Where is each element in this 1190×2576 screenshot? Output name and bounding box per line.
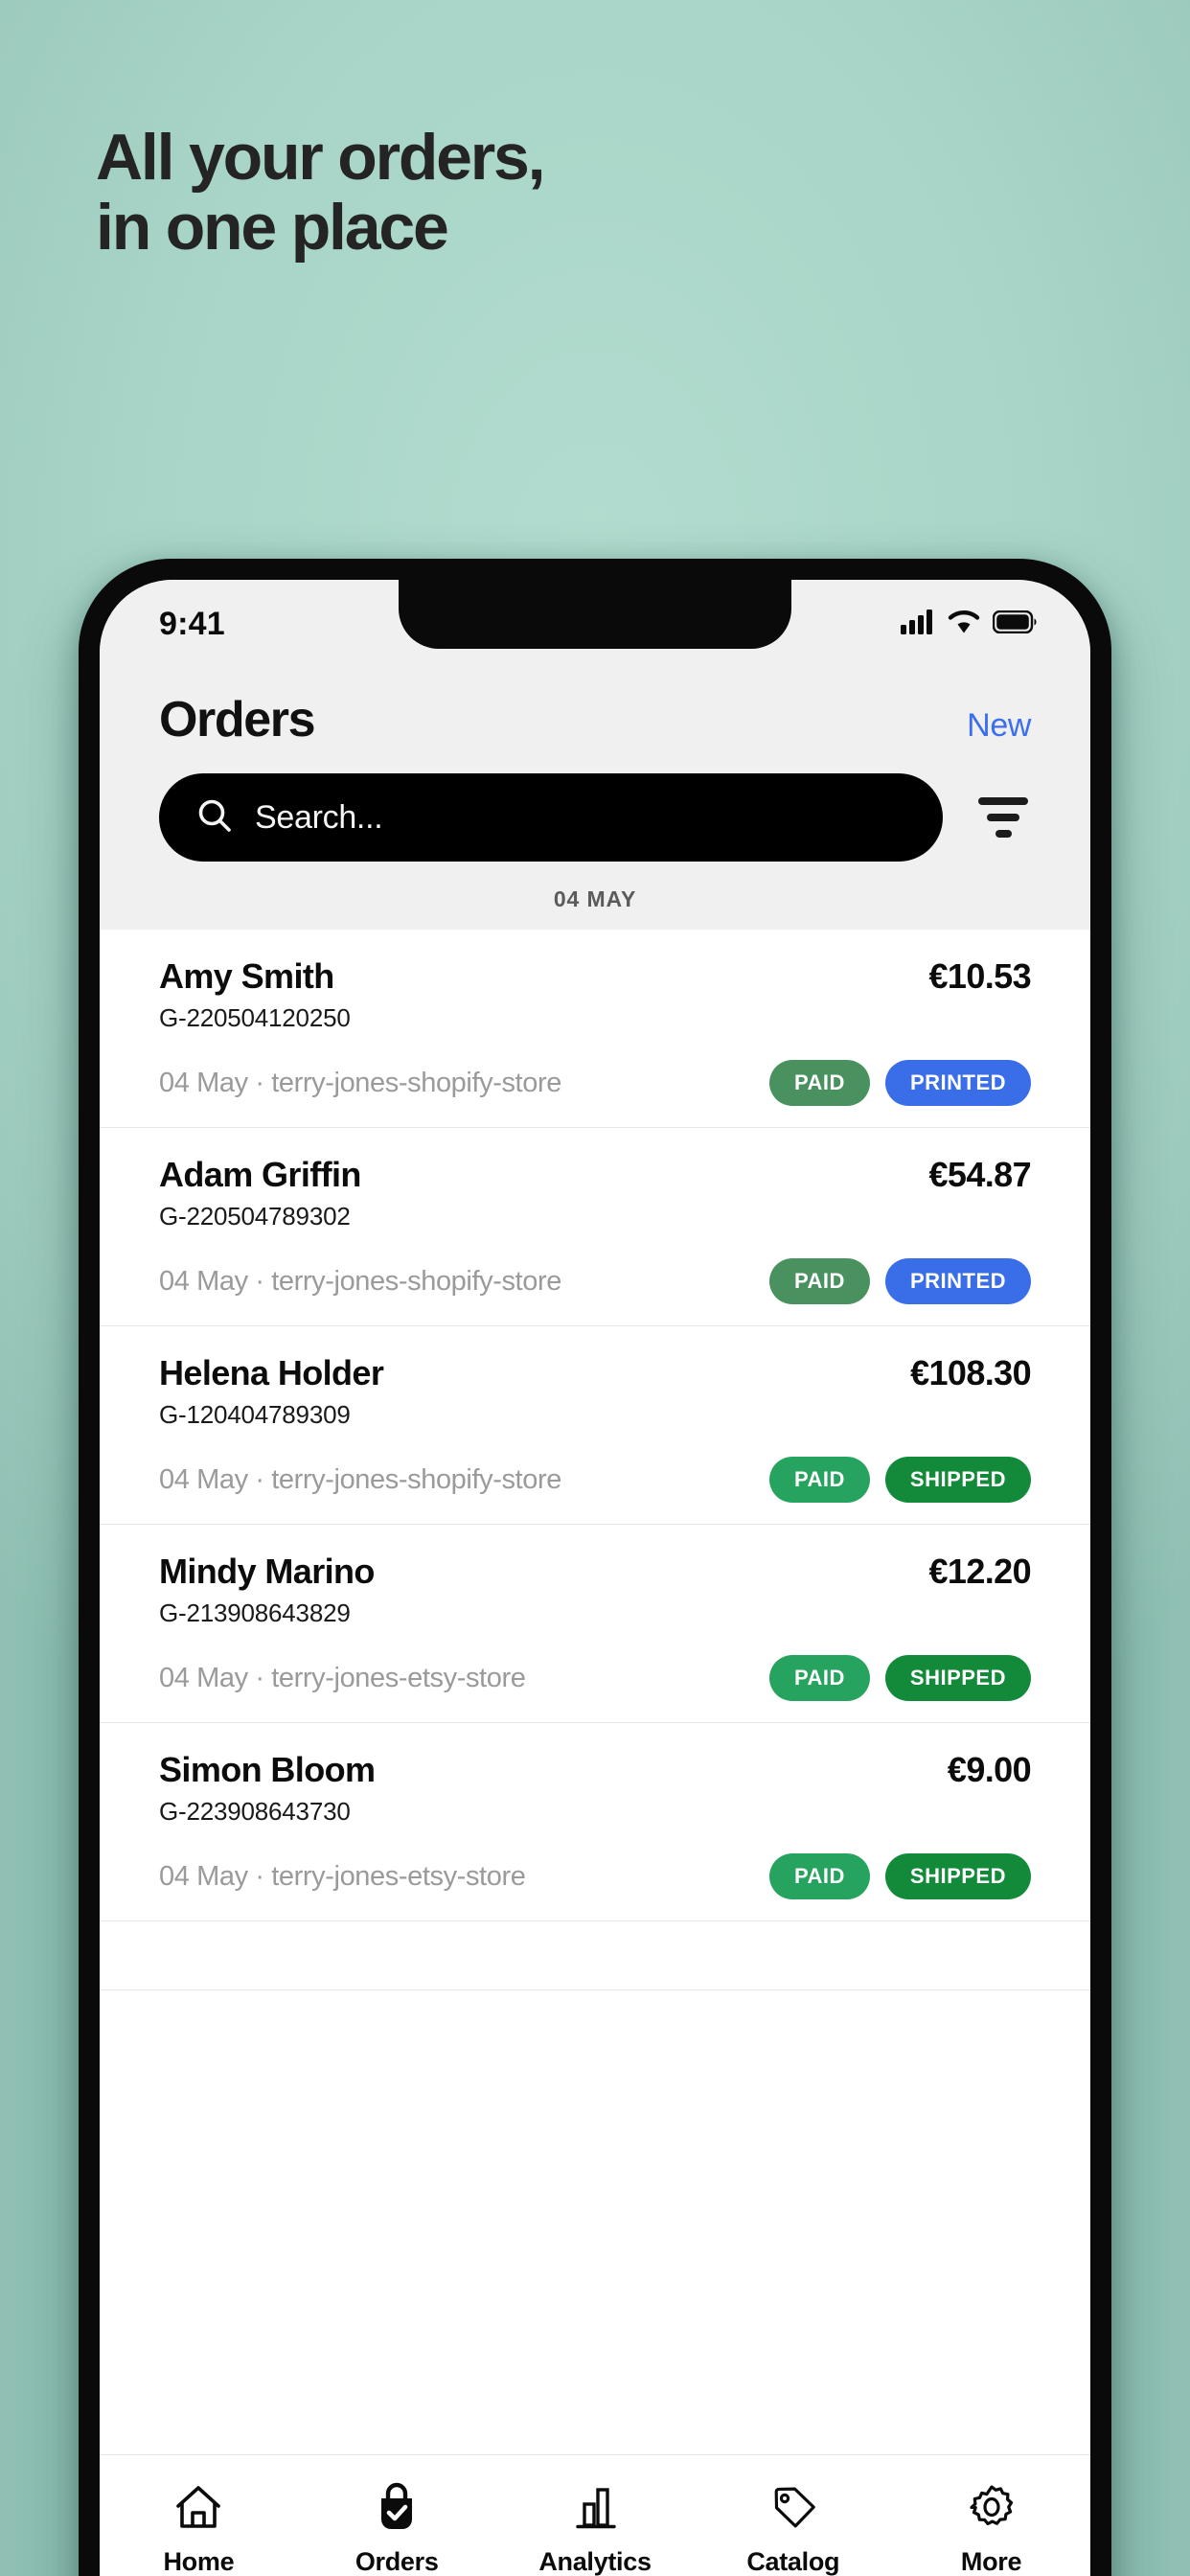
order-row-bottom: 04 May · terry-jones-etsy-store PAID SHIPP… <box>159 1655 1031 1701</box>
status-badge: PRINTED <box>884 1258 1031 1304</box>
order-row[interactable]: Helena Holder €108.30 G-120404789309 04 May… <box>100 1326 1090 1525</box>
order-meta: 04 May · terry-jones-shopify-store <box>159 1463 561 1495</box>
status-badge: PAID <box>769 1258 870 1304</box>
tab-analytics[interactable]: Analytics <box>496 2480 695 2576</box>
promo-headline: All your orders, in one place <box>96 121 546 264</box>
order-row-top: Adam Griffin €54.87 <box>159 1155 1032 1195</box>
order-list[interactable]: Amy Smith €10.53 G-220504120250 04 May · te… <box>100 930 1090 1990</box>
phone-mockup: 9:41 Orders New Search... 04 MAY Amy Smi… <box>79 559 1111 2576</box>
filter-bar-1 <box>978 797 1028 805</box>
order-row[interactable]: Amy Smith €10.53 G-220504120250 04 May · te… <box>100 930 1090 1128</box>
order-row-bottom: 04 May · terry-jones-etsy-store PAID SHIPP… <box>159 1853 1031 1899</box>
status-badge: PRINTED <box>884 1060 1031 1106</box>
order-id: G-120404789309 <box>159 1400 351 1429</box>
status-badge: SHIPPED <box>884 1655 1031 1701</box>
order-meta: 04 May · terry-jones-etsy-store <box>159 1662 526 1693</box>
order-row-bottom: 04 May · terry-jones-shopify-store PAID PR… <box>159 1258 1031 1304</box>
battery-icon <box>992 610 1037 638</box>
tab-label: Catalog <box>746 2547 840 2576</box>
search-placeholder: Search... <box>255 798 383 836</box>
order-row-bottom: 04 May · terry-jones-shopify-store PAID PR… <box>159 1060 1031 1106</box>
wifi-icon <box>948 610 980 639</box>
order-id: G-223908643730 <box>159 1797 351 1826</box>
tab-orders[interactable]: Orders <box>298 2480 496 2576</box>
order-row-top: Amy Smith €10.53 <box>159 956 1032 997</box>
order-customer-name: Amy Smith <box>159 956 334 996</box>
status-badge: PAID <box>768 1655 870 1701</box>
search-row: Search... <box>159 748 1031 862</box>
tab-catalog[interactable]: Catalog <box>694 2480 892 2576</box>
filter-bar-3 <box>995 830 1012 838</box>
order-amount: €9.00 <box>947 1750 1032 1789</box>
order-id: G-220504789302 <box>159 1202 351 1230</box>
new-order-button[interactable]: New <box>967 707 1031 745</box>
status-bar-clock: 9:41 <box>159 605 225 642</box>
order-customer-name: Mindy Marino <box>159 1552 375 1591</box>
filter-bar-2 <box>987 814 1019 821</box>
tab-label: Home <box>163 2547 235 2576</box>
order-row-bottom: 04 May · terry-jones-shopify-store PAID SH… <box>159 1457 1031 1503</box>
title-row: Orders New <box>159 668 1031 748</box>
search-icon <box>195 796 234 840</box>
tab-label: Analytics <box>538 2547 652 2576</box>
order-meta: 04 May · terry-jones-shopify-store <box>159 1067 561 1098</box>
status-badge: SHIPPED <box>884 1457 1031 1503</box>
tab-home[interactable]: Home <box>100 2480 298 2576</box>
order-customer-name: Helena Holder <box>159 1353 384 1392</box>
bar-chart-icon <box>571 2480 619 2534</box>
order-status-badges: PAID SHIPPED <box>768 1457 1031 1503</box>
status-bar: 9:41 <box>100 580 1090 668</box>
status-badge: SHIPPED <box>884 1853 1031 1899</box>
bottom-tab-bar[interactable]: Home Orders Analytics Catalog More <box>100 2454 1090 2576</box>
order-row-top: Helena Holder €108.30 <box>159 1353 1032 1393</box>
page-title: Orders <box>159 692 316 748</box>
date-divider: 04 MAY <box>159 862 1031 930</box>
cellular-signal-icon <box>901 609 935 639</box>
status-badge: PAID <box>768 1457 870 1503</box>
tab-more[interactable]: More <box>892 2480 1090 2576</box>
order-status-badges: PAID SHIPPED <box>768 1853 1031 1899</box>
order-customer-name: Simon Bloom <box>159 1750 376 1789</box>
orders-header: Orders New Search... 04 MAY <box>100 668 1090 930</box>
order-amount: €54.87 <box>928 1155 1031 1194</box>
status-badge: PAID <box>768 1853 870 1899</box>
shopping-bag-check-icon <box>373 2480 421 2534</box>
order-amount: €12.20 <box>928 1552 1031 1591</box>
order-row[interactable]: Simon Bloom €9.00 G-223908643730 04 May · t… <box>100 1723 1090 1921</box>
tag-icon <box>769 2480 817 2534</box>
gear-icon <box>968 2480 1016 2534</box>
order-amount: €108.30 <box>910 1353 1032 1392</box>
order-row[interactable]: Mindy Marino €12.20 G-213908643829 04 May ·… <box>100 1525 1090 1723</box>
home-icon <box>174 2480 222 2534</box>
order-row-top: Simon Bloom €9.00 <box>159 1750 1032 1790</box>
phone-screen: 9:41 Orders New Search... 04 MAY Amy Smi… <box>100 580 1090 2576</box>
order-customer-name: Adam Griffin <box>159 1155 361 1194</box>
order-status-badges: PAID PRINTED <box>769 1060 1031 1106</box>
phone-notch <box>399 580 791 649</box>
order-row-top: Mindy Marino €12.20 <box>159 1552 1032 1592</box>
order-id: G-213908643829 <box>159 1598 351 1627</box>
order-meta: 04 May · terry-jones-shopify-store <box>159 1265 561 1297</box>
order-amount: €10.53 <box>928 956 1031 996</box>
filter-icon[interactable] <box>975 794 1031 840</box>
status-bar-icons <box>901 609 1037 639</box>
order-row-partial[interactable] <box>100 1921 1090 1990</box>
order-status-badges: PAID PRINTED <box>769 1258 1031 1304</box>
search-input[interactable]: Search... <box>159 773 943 862</box>
status-badge: PAID <box>769 1060 870 1106</box>
tab-label: Orders <box>355 2547 439 2576</box>
order-meta: 04 May · terry-jones-etsy-store <box>159 1860 526 1892</box>
tab-label: More <box>960 2547 1022 2576</box>
order-row[interactable]: Adam Griffin €54.87 G-220504789302 04 May ·… <box>100 1128 1090 1326</box>
order-status-badges: PAID SHIPPED <box>768 1655 1031 1701</box>
order-id: G-220504120250 <box>159 1003 351 1032</box>
